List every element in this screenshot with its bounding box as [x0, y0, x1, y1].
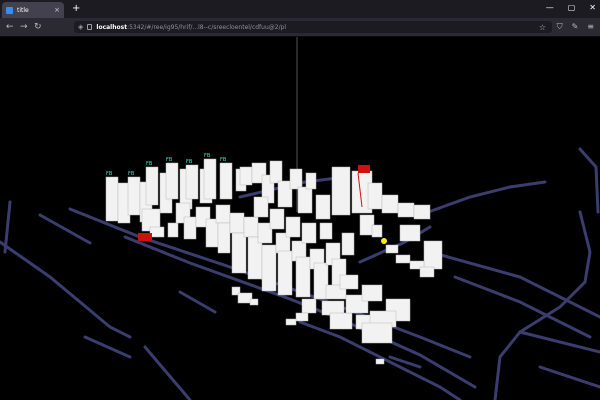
building	[289, 168, 303, 190]
building	[203, 158, 217, 200]
building	[319, 222, 333, 240]
building	[329, 312, 353, 330]
building-tag: FB	[128, 171, 135, 177]
navigation-bar: ← → ↻ ◈ localhost :5342/#/ree/ig95/hrif/…	[0, 18, 600, 37]
building	[315, 194, 331, 220]
building	[423, 240, 443, 270]
building	[229, 212, 245, 234]
building	[371, 224, 383, 238]
building	[297, 186, 313, 214]
building	[341, 232, 355, 256]
building-tag: FB	[220, 157, 227, 163]
building	[339, 274, 359, 290]
building	[385, 244, 399, 254]
building	[215, 204, 231, 224]
building	[285, 318, 297, 326]
building	[361, 322, 393, 344]
forward-button[interactable]: →	[20, 21, 28, 33]
building	[183, 216, 197, 240]
reload-button[interactable]: ↻	[34, 21, 42, 33]
url-host: localhost	[96, 23, 128, 31]
road	[143, 345, 192, 400]
tab-title: title	[17, 6, 29, 14]
building-cluster	[105, 158, 443, 365]
maximize-button[interactable]: ▢	[568, 1, 576, 15]
building	[381, 194, 399, 214]
building-tag: FB	[146, 161, 153, 167]
building	[105, 176, 119, 222]
building-tag: FB	[166, 157, 173, 163]
tab-close-icon[interactable]: ×	[54, 6, 60, 14]
building	[375, 358, 385, 365]
toolbar-icons: ⛉ ✎ ≡	[557, 21, 594, 33]
building	[361, 284, 383, 302]
minimize-button[interactable]: —	[546, 1, 554, 15]
building	[301, 222, 317, 244]
building	[367, 182, 383, 210]
building	[217, 222, 231, 254]
building	[285, 216, 301, 238]
bookmark-star-icon[interactable]: ☆	[539, 23, 546, 32]
building	[331, 166, 351, 216]
city-3d-canvas[interactable]: FB FB FB FB FB FB FB	[0, 37, 600, 400]
building	[247, 236, 263, 280]
building	[305, 172, 317, 190]
building	[413, 204, 431, 220]
road	[538, 365, 600, 389]
building-tag: FB	[204, 153, 211, 159]
road	[38, 213, 92, 245]
building	[145, 166, 159, 206]
tab-bar: title × + — ▢ ✕	[0, 0, 600, 18]
building	[165, 162, 179, 200]
building	[399, 224, 421, 242]
building	[185, 164, 199, 200]
road	[83, 335, 132, 359]
menu-icon[interactable]: ≡	[587, 21, 594, 33]
building	[269, 160, 283, 184]
page-info-icon[interactable]	[87, 24, 93, 30]
browser-tab[interactable]: title ×	[2, 2, 64, 18]
road	[578, 147, 600, 214]
back-button[interactable]: ←	[6, 21, 14, 33]
location-marker[interactable]	[381, 238, 387, 244]
building	[231, 232, 247, 274]
building	[269, 208, 285, 230]
building	[249, 298, 259, 306]
building	[219, 162, 233, 200]
road	[418, 180, 547, 217]
building	[301, 298, 317, 314]
close-window-button[interactable]: ✕	[589, 1, 596, 15]
building	[253, 196, 269, 218]
tracking-protection-icon[interactable]: ◈	[78, 23, 83, 31]
shield-icon[interactable]: ⛉	[557, 21, 563, 33]
road	[453, 275, 592, 339]
road	[428, 250, 600, 319]
building	[261, 244, 277, 292]
window-controls: — ▢ ✕	[546, 1, 596, 15]
url-path: :5342/#/ree/ig95/hrif/...l8--c/sreecloen…	[127, 23, 287, 31]
building	[295, 256, 311, 298]
building-tag: FB	[186, 159, 193, 165]
highlight-building[interactable]	[138, 233, 152, 241]
building	[167, 222, 179, 238]
building	[149, 226, 165, 238]
address-bar[interactable]: ◈ localhost :5342/#/ree/ig95/hrif/...l8-…	[74, 21, 552, 33]
building	[397, 202, 415, 218]
new-tab-button[interactable]: +	[72, 3, 80, 15]
road	[0, 240, 132, 339]
building	[239, 166, 253, 186]
highlight-building[interactable]	[358, 165, 370, 173]
building	[419, 266, 435, 278]
building	[295, 312, 309, 322]
building	[395, 254, 411, 264]
road	[178, 290, 217, 314]
building-tag: FB	[106, 171, 113, 177]
favicon-icon	[6, 6, 13, 14]
building	[277, 250, 293, 296]
building	[127, 176, 141, 216]
extensions-icon[interactable]: ✎	[572, 21, 579, 33]
building	[243, 216, 259, 238]
